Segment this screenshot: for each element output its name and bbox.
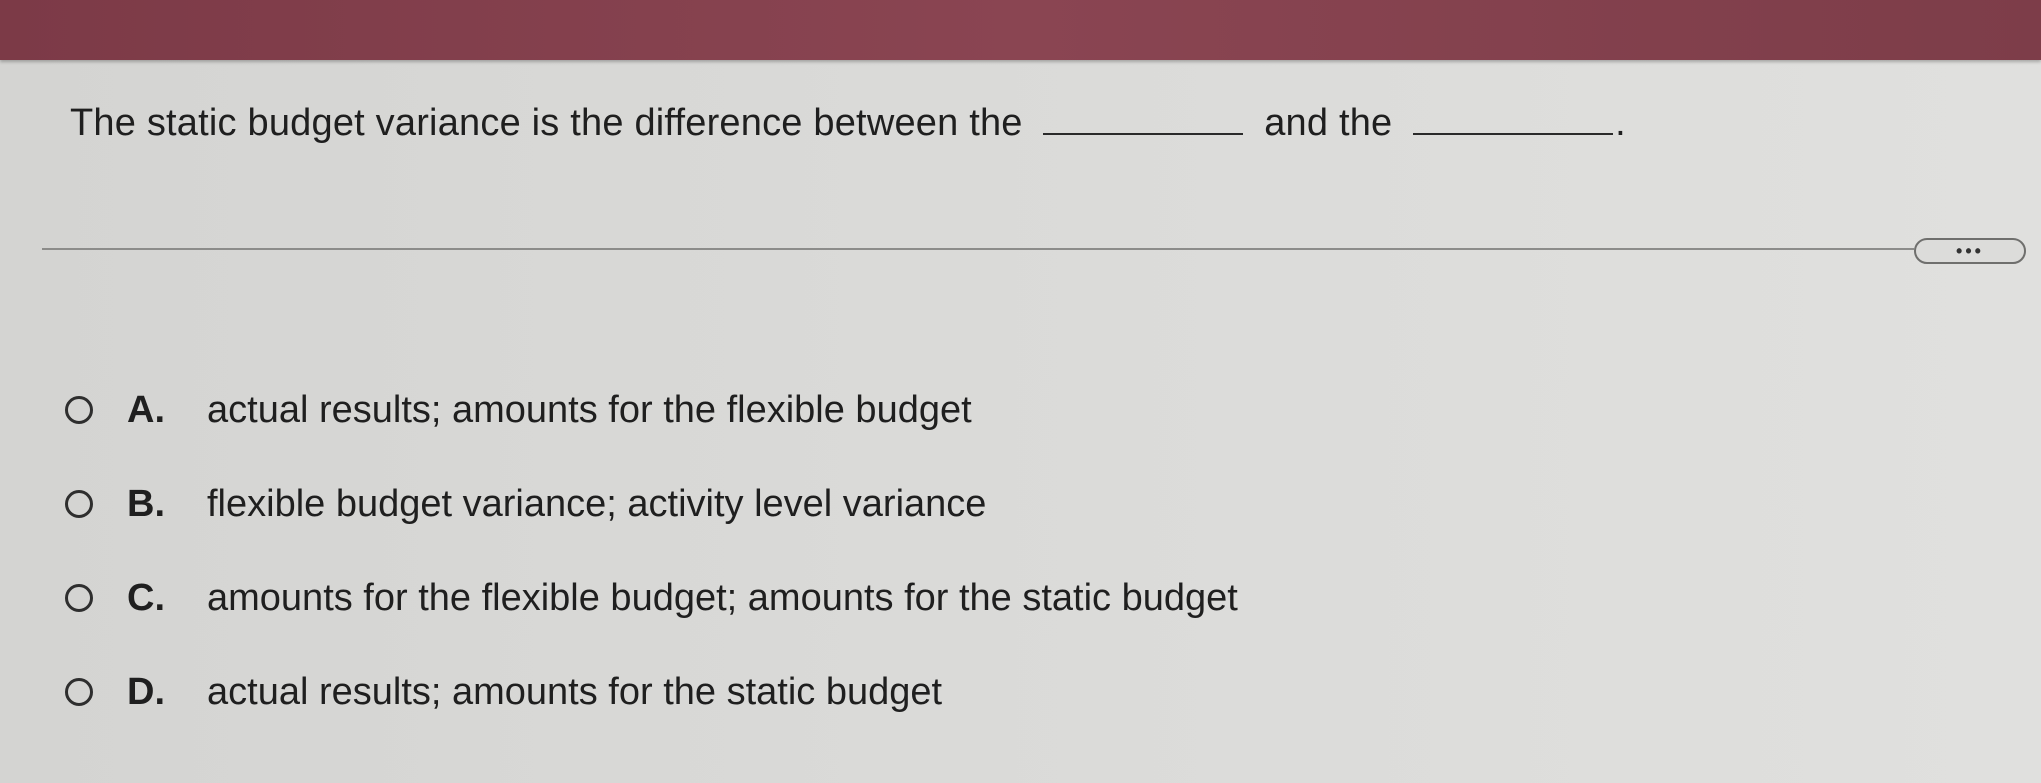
option-b[interactable]: B. flexible budget variance; activity le… bbox=[65, 479, 1238, 529]
top-bar bbox=[0, 0, 2041, 60]
question-text: The static budget variance is the differ… bbox=[70, 102, 1626, 145]
question-middle: and the bbox=[1264, 102, 1393, 144]
option-letter-b: B. bbox=[127, 482, 165, 525]
radio-button-c[interactable] bbox=[65, 584, 93, 612]
option-text-a: actual results; amounts for the flexible… bbox=[207, 388, 972, 431]
answer-blank-2 bbox=[1413, 103, 1614, 135]
option-letter-c: C. bbox=[127, 576, 165, 619]
question-suffix: . bbox=[1615, 102, 1626, 144]
option-a[interactable]: A. actual results; amounts for the flexi… bbox=[65, 385, 1238, 435]
radio-button-d[interactable] bbox=[65, 678, 93, 706]
more-options-button[interactable]: ••• bbox=[1914, 238, 2026, 264]
answer-options: A. actual results; amounts for the flexi… bbox=[65, 385, 1238, 761]
question-page: The static budget variance is the differ… bbox=[0, 0, 2041, 783]
option-letter-d: D. bbox=[127, 670, 165, 713]
option-text-d: actual results; amounts for the static b… bbox=[207, 670, 943, 713]
option-text-b: flexible budget variance; activity level… bbox=[207, 482, 987, 525]
option-text-c: amounts for the flexible budget; amounts… bbox=[207, 576, 1238, 619]
radio-button-b[interactable] bbox=[65, 490, 93, 518]
option-d[interactable]: D. actual results; amounts for the stati… bbox=[65, 667, 1238, 717]
option-letter-a: A. bbox=[127, 388, 165, 431]
divider bbox=[42, 248, 1914, 250]
answer-blank-1 bbox=[1043, 103, 1244, 135]
option-c[interactable]: C. amounts for the flexible budget; amou… bbox=[65, 573, 1238, 623]
question-prefix: The static budget variance is the differ… bbox=[70, 102, 1023, 144]
radio-button-a[interactable] bbox=[65, 396, 93, 424]
